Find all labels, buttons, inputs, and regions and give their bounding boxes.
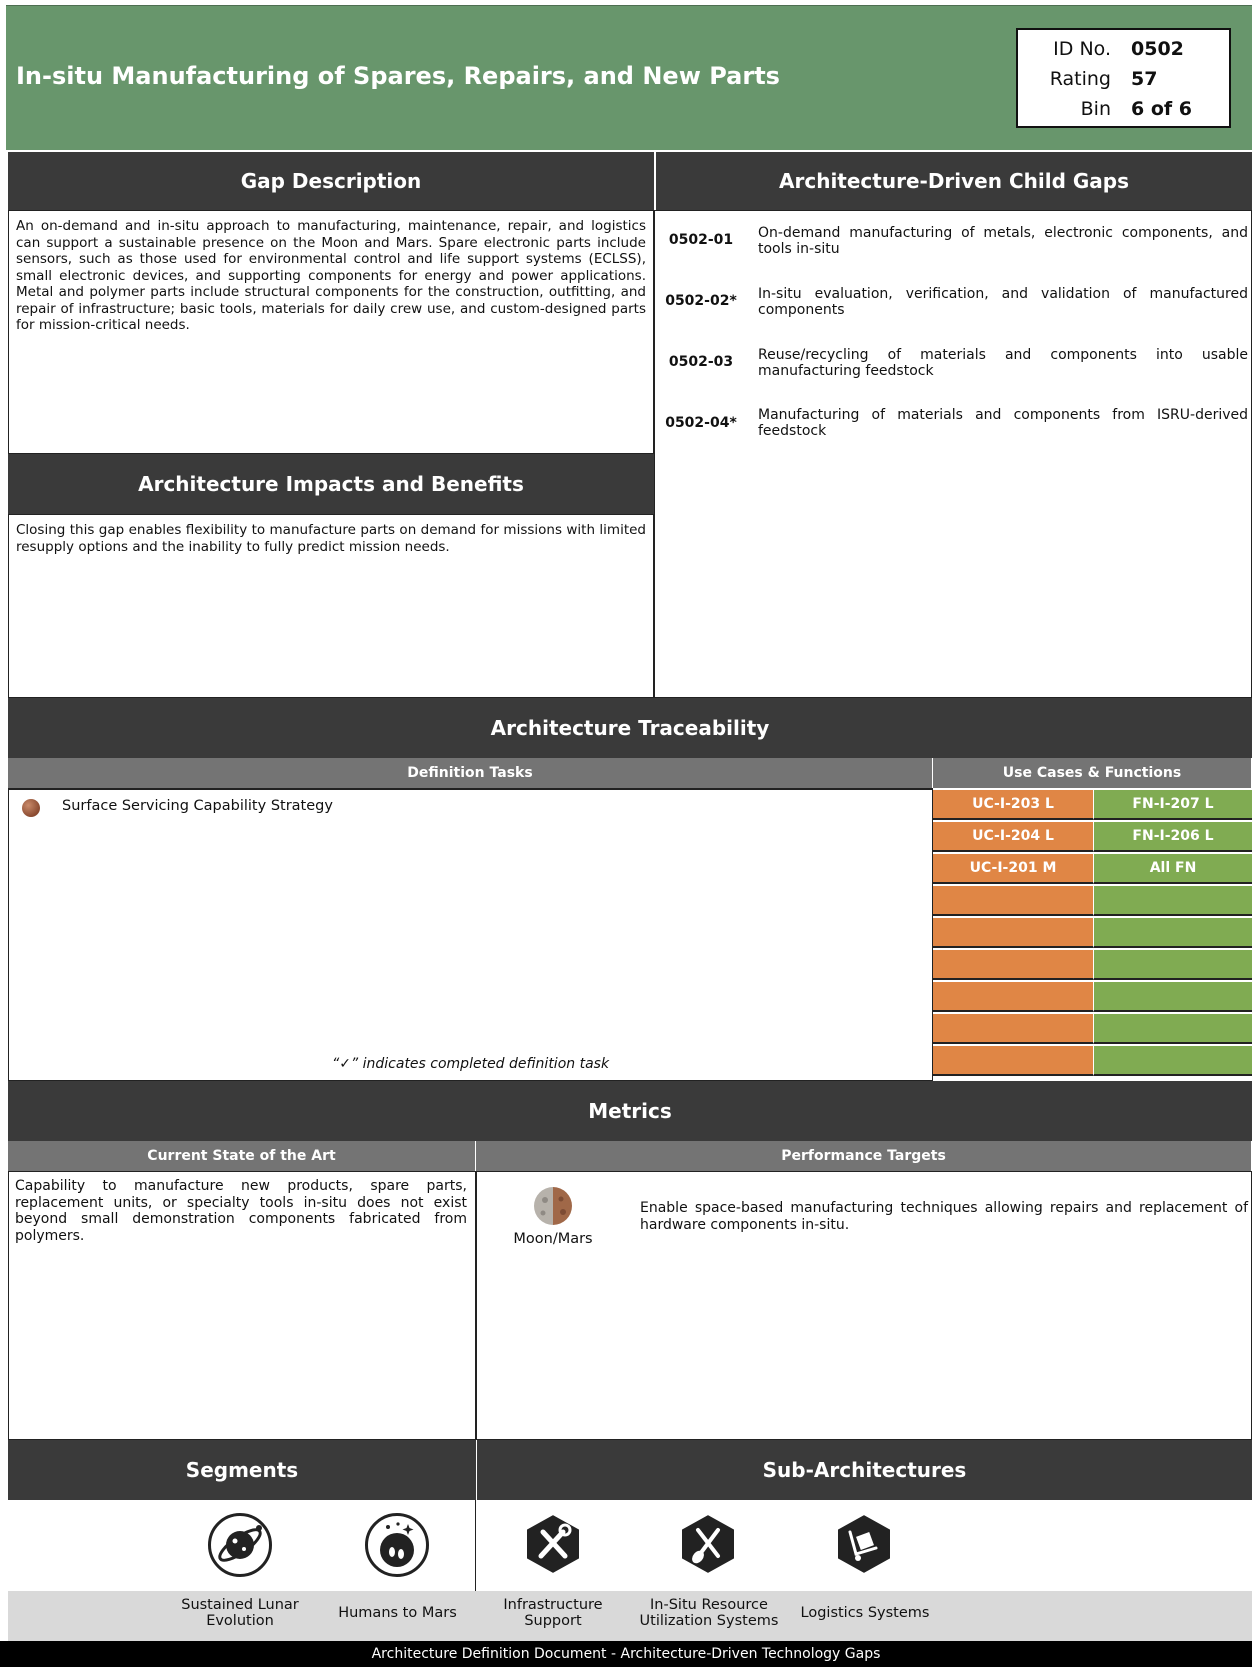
bin-value: 6 of 6: [1131, 98, 1192, 120]
definition-tasks-heading: Definition Tasks: [8, 758, 933, 788]
use-case-cell: UC-I-204 L: [933, 822, 1093, 852]
use-case-cell: UC-I-203 L: [933, 790, 1093, 820]
child-gap-id: 0502-04*: [665, 415, 737, 431]
use-case-cell: [933, 982, 1093, 1012]
page-title: In-situ Manufacturing of Spares, Repairs…: [16, 62, 780, 90]
use-case-cell: [933, 1046, 1093, 1076]
id-label: ID No.: [1053, 38, 1111, 60]
soa-box: Capability to manufacture new products, …: [8, 1171, 476, 1440]
child-gaps-box: [654, 210, 1252, 698]
rating-value: 57: [1131, 68, 1158, 90]
impacts-text: Closing this gap enables flexibility to …: [16, 522, 646, 555]
target-text: Enable space-based manufacturing techniq…: [640, 1200, 1248, 1233]
use-case-cell: [933, 950, 1093, 980]
sub-architecture-label: Logistics Systems: [800, 1605, 930, 1621]
sub-architecture-label: In-Situ Resource Utilization Systems: [639, 1597, 779, 1629]
id-value: 0502: [1131, 38, 1184, 60]
sub-architectures-heading: Sub-Architectures: [476, 1440, 1252, 1500]
use-case-cell: [933, 886, 1093, 916]
impacts-box: Closing this gap enables flexibility to …: [8, 514, 654, 698]
traceability-heading: Architecture Traceability: [8, 698, 1252, 758]
targets-heading: Performance Targets: [476, 1141, 1252, 1171]
bin-row: Bin 6 of 6: [1018, 94, 1229, 126]
tools-icon: [523, 1512, 583, 1576]
soa-heading: Current State of the Art: [8, 1141, 476, 1171]
definition-task-item: Surface Servicing Capability Strategy: [62, 798, 333, 814]
function-cell: [1093, 886, 1252, 916]
target-destination: Moon/Mars: [513, 1231, 593, 1247]
child-gap-text: In-situ evaluation, verification, and va…: [758, 286, 1248, 318]
function-cell: FN-I-207 L: [1093, 790, 1252, 820]
child-gap-text: Reuse/recycling of materials and compone…: [758, 347, 1248, 379]
segment-label: Humans to Mars: [338, 1605, 457, 1621]
child-gaps-heading: Architecture-Driven Child Gaps: [656, 152, 1252, 210]
rating-label: Rating: [1049, 68, 1111, 90]
humans-to-mars-icon: [365, 1513, 429, 1577]
soa-text: Capability to manufacture new products, …: [15, 1178, 467, 1244]
child-gap-text: Manufacturing of materials and component…: [758, 407, 1248, 439]
use-cases-heading: Use Cases & Functions: [933, 758, 1252, 788]
lunar-evolution-icon: [208, 1513, 272, 1577]
shovel-icon: [678, 1512, 738, 1576]
function-cell: [1093, 982, 1252, 1012]
page-footer: Architecture Definition Document - Archi…: [0, 1641, 1252, 1667]
segment-label: Sustained Lunar Evolution: [181, 1597, 299, 1629]
icon-row: [8, 1500, 1252, 1591]
metrics-heading: Metrics: [8, 1081, 1252, 1141]
use-case-cell: [933, 1014, 1093, 1044]
completion-note: “✓” indicates completed definition task: [331, 1056, 610, 1072]
function-cell: [1093, 1046, 1252, 1076]
id-box: ID No. 0502 Rating 57 Bin 6 of 6: [1016, 28, 1231, 128]
gap-description-heading: Gap Description: [8, 152, 654, 210]
function-cell: [1093, 918, 1252, 948]
gap-description-text: An on-demand and in-situ approach to man…: [16, 218, 646, 333]
function-cell: All FN: [1093, 854, 1252, 884]
cart-icon: [834, 1512, 894, 1576]
sub-architecture-label: Infrastructure Support: [503, 1597, 603, 1629]
bin-label: Bin: [1080, 98, 1111, 120]
gap-description-box: An on-demand and in-situ approach to man…: [8, 210, 654, 454]
rating-row: Rating 57: [1018, 64, 1229, 96]
definition-tasks-box: [8, 788, 933, 1081]
function-cell: [1093, 950, 1252, 980]
child-gap-id: 0502-02*: [665, 293, 737, 309]
use-case-cell: [933, 918, 1093, 948]
segments-heading: Segments: [8, 1440, 476, 1500]
child-gap-id: 0502-03: [668, 354, 734, 370]
child-gap-text: On-demand manufacturing of metals, elect…: [758, 225, 1248, 257]
function-cell: FN-I-206 L: [1093, 822, 1252, 852]
function-cell: [1093, 1014, 1252, 1044]
mars-dot-icon: [22, 799, 40, 817]
id-row: ID No. 0502: [1018, 34, 1229, 66]
impacts-heading: Architecture Impacts and Benefits: [8, 454, 654, 514]
child-gap-id: 0502-01: [668, 232, 734, 248]
moon-mars-icon: [533, 1186, 573, 1226]
use-case-cell: UC-I-201 M: [933, 854, 1093, 884]
